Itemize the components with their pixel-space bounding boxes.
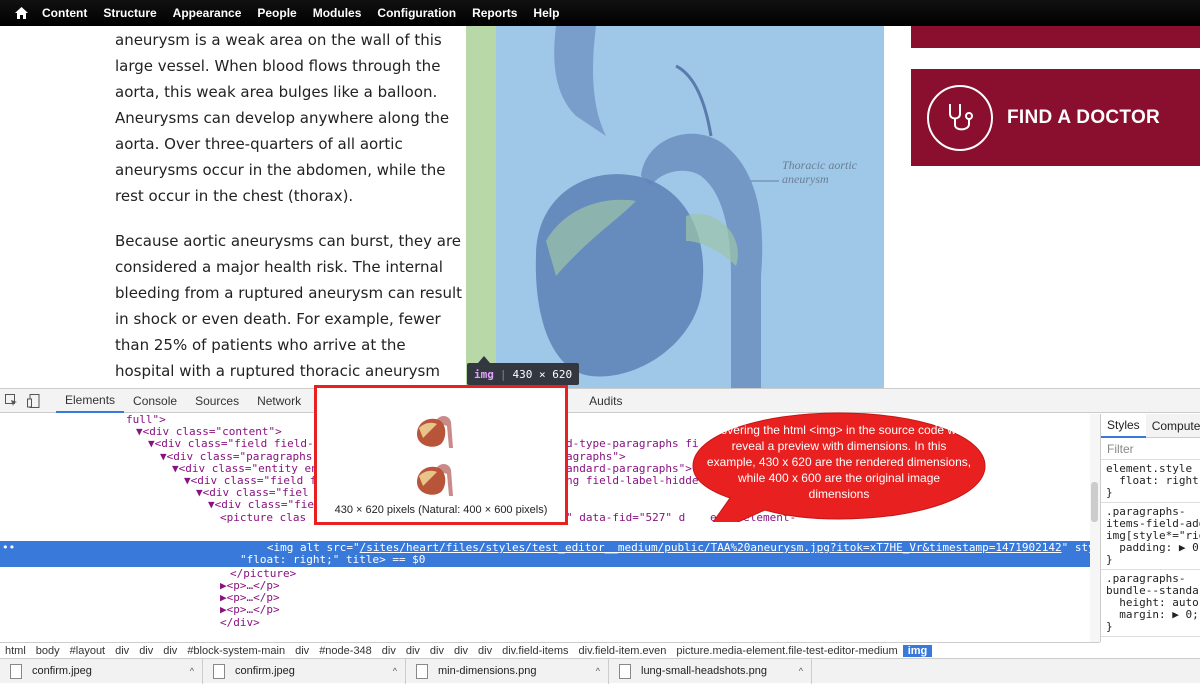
preview-thumbnail [417, 416, 453, 448]
elements-scrollbar[interactable] [1090, 414, 1100, 642]
heart-aneurysm-illustration [535, 26, 779, 388]
chevron-up-icon[interactable]: ^ [190, 666, 194, 676]
breadcrumb-item[interactable]: #block-system-main [182, 645, 290, 657]
file-icon [10, 663, 22, 679]
breadcrumb-item[interactable]: div [425, 645, 449, 657]
sidebar-block-top [911, 26, 1200, 48]
breadcrumb-item[interactable]: img [902, 645, 933, 657]
toolbar-item-configuration[interactable]: Configuration [369, 6, 464, 20]
dom-node[interactable]: <picture clas [220, 511, 306, 524]
tab-audits[interactable]: Audits [580, 389, 631, 413]
styles-tabbar: Styles Computed [1101, 414, 1200, 438]
download-item[interactable]: min-dimensions.png ^ [406, 658, 609, 684]
devtools-panel: Elements Console Sources Network Audits … [0, 388, 1200, 659]
download-filename: confirm.jpeg [235, 665, 295, 677]
dom-node[interactable]: </div> [220, 616, 260, 629]
breadcrumb-item[interactable]: div.field-item.even [574, 645, 672, 657]
image-padding-overlay [466, 26, 496, 388]
find-doctor-button[interactable]: FIND A DOCTOR [911, 69, 1200, 166]
device-mode-icon[interactable] [22, 389, 44, 413]
file-icon [619, 663, 631, 679]
download-filename: lung-small-headshots.png [641, 665, 767, 677]
toolbar-item-people[interactable]: People [249, 6, 304, 20]
breadcrumb-item[interactable]: div [473, 645, 497, 657]
selected-img-node-cont[interactable]: "float: right;" title> == $0 [240, 553, 425, 566]
image-preview-popup: 430 × 620 pixels (Natural: 400 × 600 pix… [314, 385, 568, 525]
breadcrumb-item[interactable]: div [401, 645, 425, 657]
chevron-up-icon[interactable]: ^ [799, 666, 803, 676]
download-filename: confirm.jpeg [32, 665, 92, 677]
preview-dimensions: 430 × 620 pixels (Natural: 400 × 600 pix… [334, 504, 548, 516]
breadcrumb-item[interactable]: div [134, 645, 158, 657]
admin-toolbar: Content Structure Appearance People Modu… [0, 0, 1200, 26]
chevron-up-icon[interactable]: ^ [596, 666, 600, 676]
breadcrumb-item[interactable]: picture.media-element.file-test-editor-m… [671, 645, 902, 657]
tooltip-tag: img [474, 367, 494, 381]
preview-thumbnail [417, 464, 453, 496]
toolbar-item-appearance[interactable]: Appearance [165, 6, 250, 20]
breadcrumb-item[interactable]: html [0, 645, 31, 657]
tab-sources[interactable]: Sources [186, 389, 248, 413]
download-item[interactable]: confirm.jpeg ^ [0, 658, 203, 684]
tab-network[interactable]: Network [248, 389, 310, 413]
breadcrumb-item[interactable]: div [158, 645, 182, 657]
dom-node[interactable]: ▶<p>…</p> [220, 603, 280, 616]
selected-img-node[interactable]: •• <img alt src="/sites/heart/files/styl… [2, 541, 1090, 554]
css-rule[interactable]: .paragraphs- items-field-add img[style*=… [1101, 503, 1200, 570]
page-content: aneurysm is a weak area on the wall of t… [0, 26, 1200, 388]
breadcrumb-item[interactable]: div [110, 645, 134, 657]
styles-pane: Styles Computed Filter element.style { f… [1100, 414, 1200, 642]
css-rule[interactable]: .paragraphs- bundle--standar height: aut… [1101, 570, 1200, 637]
tab-elements[interactable]: Elements [56, 389, 125, 413]
dom-node-fragment: ng field-label-hidde [566, 474, 699, 487]
element-size-tooltip: img | 430 × 620 [467, 363, 580, 385]
tooltip-size: 430 × 620 [512, 367, 573, 381]
styles-filter-input[interactable]: Filter [1101, 438, 1200, 460]
img-tag-style: " style= [1061, 541, 1090, 554]
img-src-link[interactable]: /sites/heart/files/styles/test_editor__m… [360, 541, 1062, 554]
inspect-cursor-icon[interactable] [0, 389, 22, 413]
devtools-tabbar: Elements Console Sources Network Audits [0, 389, 1200, 413]
breadcrumb-item[interactable]: div.field-items [497, 645, 573, 657]
dom-node-fragment: " data-fid="527" d [566, 511, 686, 524]
toolbar-item-modules[interactable]: Modules [305, 6, 370, 20]
breadcrumb-item[interactable]: div [290, 645, 314, 657]
dom-node[interactable]: ▼<div class="field field- [148, 437, 314, 450]
download-item[interactable]: lung-small-headshots.png ^ [609, 658, 812, 684]
elements-scrollbar-thumb[interactable] [1091, 482, 1098, 522]
breadcrumb-item[interactable]: body [31, 645, 65, 657]
breadcrumb-item[interactable]: #layout [65, 645, 110, 657]
chevron-up-icon[interactable]: ^ [393, 666, 397, 676]
toolbar-item-structure[interactable]: Structure [95, 6, 164, 20]
tab-computed[interactable]: Computed [1146, 419, 1200, 433]
dom-node[interactable]: ▼<div class="fie [208, 498, 314, 511]
tab-styles[interactable]: Styles [1101, 414, 1146, 438]
tab-console[interactable]: Console [124, 389, 186, 413]
annotation-text: hovering the html <img> in the source co… [706, 423, 972, 501]
css-rule[interactable]: element.style { float: right } [1101, 460, 1200, 503]
find-doctor-label: FIND A DOCTOR [1007, 106, 1161, 128]
breadcrumb-item[interactable]: #node-348 [314, 645, 377, 657]
article-paragraph: aneurysm is a weak area on the wall of t… [115, 31, 450, 205]
home-icon[interactable] [8, 0, 34, 26]
toolbar-item-help[interactable]: Help [525, 6, 567, 20]
stethoscope-icon [927, 84, 993, 151]
breadcrumb-item[interactable]: div [449, 645, 473, 657]
article-paragraph: Because aortic aneurysms can burst, they… [115, 232, 463, 380]
selection-marker: •• [2, 541, 16, 554]
file-icon [213, 663, 225, 679]
toolbar-item-content[interactable]: Content [34, 6, 95, 20]
tooltip-separator: | [499, 367, 507, 381]
download-filename: min-dimensions.png [438, 665, 537, 677]
image-caption-label: Thoracic aortic aneurysm [782, 158, 857, 186]
toolbar-item-reports[interactable]: Reports [464, 6, 525, 20]
breadcrumb-item[interactable]: div [377, 645, 401, 657]
tooltip-arrow [478, 356, 490, 363]
downloads-bar: confirm.jpeg ^ confirm.jpeg ^ min-dimensio… [0, 658, 1200, 684]
dom-node-fragment: d-type-paragraphs fi [566, 437, 699, 450]
dom-breadcrumbs: html body #layout div div div #block-system-ma… [0, 642, 1100, 659]
download-item[interactable]: confirm.jpeg ^ [203, 658, 406, 684]
file-icon [416, 663, 428, 679]
